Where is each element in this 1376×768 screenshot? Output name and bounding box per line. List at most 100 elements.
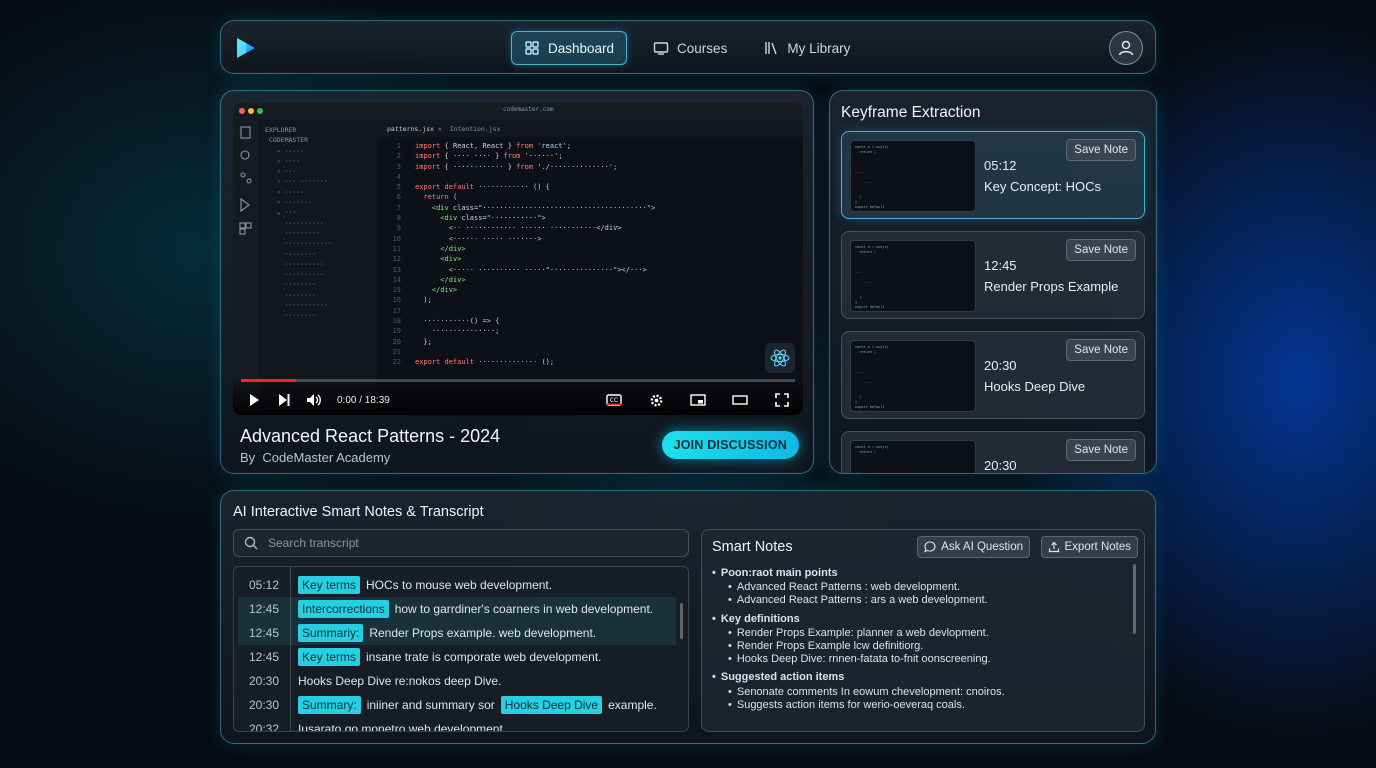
theater-icon <box>732 395 748 405</box>
video-player[interactable]: codemaster.com EXPLORER CODEMASTER › ···… <box>233 103 803 415</box>
notes-section-heading: Key definitions <box>712 613 1122 626</box>
notes-item: Render Props Example lcw definitiorg. <box>712 640 1122 653</box>
monitor-icon <box>653 42 669 55</box>
transcript-text: how to garrdiner's coarners in web devel… <box>394 602 654 616</box>
notes-item: Suggests action items for werio-oeveraq … <box>712 699 1122 712</box>
keyframe-label: Key Concept: HOCs <box>984 179 1102 194</box>
keyframe-panel: Keyframe Extraction const a = use(x) ret… <box>829 90 1157 474</box>
transcript-row[interactable]: 20:32 Iusarato go monetro web development <box>238 717 676 731</box>
play-button[interactable] <box>245 391 263 409</box>
play-icon <box>250 394 259 406</box>
captions-button[interactable]: CC <box>605 391 623 409</box>
smart-notes-scrollbar[interactable] <box>1133 564 1136 634</box>
svg-text:CC: CC <box>610 397 618 404</box>
transcript-row[interactable]: 12:45 Summariy: Render Props example. web … <box>238 621 676 645</box>
volume-button[interactable] <box>305 391 323 409</box>
captions-icon: CC <box>606 394 622 406</box>
react-logo-icon <box>765 343 795 373</box>
video-author: By CodeMaster Academy <box>240 450 390 465</box>
keyframe-card[interactable]: const a = use(x) return ( ... .... ) } e… <box>841 331 1145 419</box>
transcript-tag: Intercorrections <box>298 600 389 618</box>
next-button[interactable] <box>275 391 293 409</box>
keyframe-card[interactable]: const a = use(x) return ( ... .... ) } e… <box>841 431 1145 473</box>
nav-dashboard-label: Dashboard <box>548 40 615 56</box>
transcript-tag: Key terms <box>298 648 361 666</box>
save-note-button[interactable]: Save Note <box>1066 239 1136 261</box>
transcript-time[interactable]: 12:45 <box>238 650 290 664</box>
join-discussion-button[interactable]: JOIN DISCUSSION <box>661 431 799 459</box>
keyframe-title: Keyframe Extraction <box>841 104 981 121</box>
library-icon <box>765 42 777 55</box>
keyframe-time: 20:30 <box>984 358 1017 373</box>
gear-icon <box>650 394 662 406</box>
smart-notes: Smart Notes Ask AI Question Export Notes… <box>701 529 1145 732</box>
export-notes-label: Export Notes <box>1064 541 1131 553</box>
transcript-time[interactable]: 05:12 <box>238 578 290 592</box>
grid-icon <box>525 41 539 55</box>
transcript-row[interactable]: 20:30 Hooks Deep Dive re:nokos deep Dive. <box>238 669 676 693</box>
code-editor: patterns.jsx × Intention.jsx 1 import { R… <box>377 119 803 415</box>
video-panel: codemaster.com EXPLORER CODEMASTER › ···… <box>220 90 814 474</box>
settings-button[interactable] <box>647 391 665 409</box>
transcript-time[interactable]: 12:45 <box>238 626 290 640</box>
save-note-button[interactable]: Save Note <box>1066 139 1136 161</box>
keyframe-thumbnail[interactable]: const a = use(x) return ( ... .... ) } e… <box>850 140 976 212</box>
editor-titlebar: codemaster.com <box>233 103 803 119</box>
explorer-header: EXPLORER <box>265 126 297 134</box>
export-notes-button[interactable]: Export Notes <box>1040 536 1138 558</box>
save-note-button[interactable]: Save Note <box>1066 439 1136 461</box>
ask-ai-label: Ask AI Question <box>941 541 1023 553</box>
transcript-row[interactable]: 12:45 Key terms insane trate is comporate … <box>238 645 676 669</box>
smart-notes-body: Poon:raot main pointsAdvanced React Patt… <box>712 562 1122 712</box>
author-name[interactable]: CodeMaster Academy <box>262 450 390 465</box>
transcript-row[interactable]: 20:30 Summary: iniiner and summary sor Hook… <box>238 693 676 717</box>
transcript-text: example. <box>608 698 657 712</box>
nav-my-library[interactable]: My Library <box>751 31 862 65</box>
editor-tab-2: Intention.jsx <box>449 125 501 133</box>
smart-notes-title: Smart Notes <box>712 539 793 555</box>
notes-item: Hooks Deep Dive: rnnen-fatata to-fnit oo… <box>712 653 1122 666</box>
notes-section-heading: Suggested action items <box>712 671 1122 684</box>
transcript-time[interactable]: 20:30 <box>238 698 290 712</box>
nav-dashboard[interactable]: Dashboard <box>511 31 628 65</box>
notes-title: AI Interactive Smart Notes & Transcript <box>233 504 484 520</box>
skip-next-icon <box>279 394 290 406</box>
app-logo-icon[interactable] <box>233 35 259 61</box>
code-content: 1 import { React, React } from 'react'; 2… <box>392 142 656 367</box>
transcript-scrollbar[interactable] <box>680 603 683 639</box>
ask-ai-button[interactable]: Ask AI Question <box>917 536 1030 558</box>
notes-item: Advanced React Patterns : web developmen… <box>712 581 1122 594</box>
fullscreen-icon <box>775 393 789 407</box>
video-progress-bar[interactable] <box>241 379 795 382</box>
keyframe-label: Render Props Example <box>984 279 1119 294</box>
transcript-time[interactable]: 12:45 <box>238 602 290 616</box>
transcript-time[interactable]: 20:32 <box>238 722 290 731</box>
notes-item: Senonate comments In eowum chevelopment:… <box>712 686 1122 699</box>
export-icon <box>1048 541 1059 553</box>
theater-button[interactable] <box>731 391 749 409</box>
keyframe-card[interactable]: const a = use(x) return ( ... .... ) } e… <box>841 231 1145 319</box>
top-navigation: Dashboard Courses My Library <box>220 20 1156 74</box>
transcript-row[interactable]: 12:45 Intercorrections how to garrdiner's … <box>238 597 676 621</box>
transcript-tag: Hooks Deep Dive <box>500 696 603 714</box>
keyframe-label: Hooks Deep Dive <box>984 379 1086 394</box>
transcript-time[interactable]: 20:30 <box>238 674 290 688</box>
keyframe-card[interactable]: const a = use(x) return ( ... .... ) } e… <box>841 131 1145 219</box>
transcript-tag: Summariy: <box>298 624 364 642</box>
transcript-row[interactable]: 05:12 Key terms HOCs to mouse web developm… <box>238 573 676 597</box>
notes-section-heading: Poon:raot main points <box>712 567 1122 580</box>
notes-item: Render Props Example: planner a web devl… <box>712 627 1122 640</box>
editor-tab-active: patterns.jsx <box>387 125 434 133</box>
transcript-text: Hooks Deep Dive re:nokos deep Dive. <box>298 674 502 688</box>
miniplayer-icon <box>690 394 706 406</box>
miniplayer-button[interactable] <box>689 391 707 409</box>
search-input[interactable] <box>268 536 668 550</box>
user-avatar[interactable] <box>1109 31 1143 65</box>
keyframe-thumbnail[interactable]: const a = use(x) return ( ... .... ) } e… <box>850 440 976 473</box>
keyframe-thumbnail[interactable]: const a = use(x) return ( ... .... ) } e… <box>850 340 976 412</box>
nav-courses[interactable]: Courses <box>641 31 739 65</box>
keyframe-thumbnail[interactable]: const a = use(x) return ( ... .... ) } e… <box>850 240 976 312</box>
fullscreen-button[interactable] <box>773 391 791 409</box>
keyframe-time: 12:45 <box>984 258 1017 273</box>
save-note-button[interactable]: Save Note <box>1066 339 1136 361</box>
